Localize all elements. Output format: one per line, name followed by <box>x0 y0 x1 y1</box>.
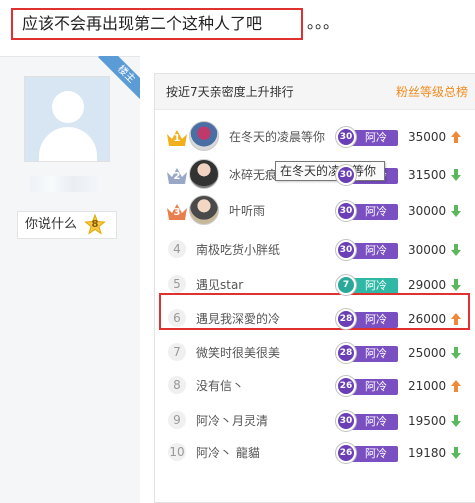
rank-number: 2 <box>173 171 181 182</box>
ranking-row[interactable]: 1 在冬天的凌晨等你 30 阿冷 35000 <box>155 121 475 153</box>
trend-down-icon <box>451 244 461 256</box>
ranking-row[interactable]: 8 没有信丶 26 阿冷 21000 <box>155 370 475 402</box>
avatar-placeholder-head <box>52 91 84 123</box>
fan-level-badge: 26 阿冷 <box>336 443 398 463</box>
fan-club-name: 阿冷 <box>350 130 398 146</box>
fan-avatar[interactable] <box>189 195 219 225</box>
user-level: 8 <box>91 219 99 230</box>
name-tooltip: 在冬天的凌晨等你 <box>275 161 385 181</box>
fan-level-number: 7 <box>336 275 356 295</box>
fan-level-badge: 28 阿冷 <box>336 343 398 363</box>
intimacy-score: 35000 <box>408 130 447 144</box>
fan-club-name: 阿冷 <box>350 346 398 362</box>
trend-down-icon <box>451 279 461 291</box>
trend-down-icon <box>451 169 461 181</box>
trend-up-icon <box>451 380 461 392</box>
fan-ranking-panel: 按近7天亲密度上升排行 粉丝等级总榜 1 在冬天的凌晨等你 30 阿冷 35000 2 冰碎… <box>154 73 475 503</box>
rank-number: 7 <box>168 343 186 361</box>
fan-level-number: 26 <box>336 443 356 463</box>
ranking-title: 按近7天亲密度上升排行 <box>166 85 294 99</box>
fan-level-badge: 30阿冷 <box>336 240 398 260</box>
intimacy-score: 25000 <box>408 346 447 360</box>
rank-number: 3 <box>173 207 181 218</box>
fan-name[interactable]: 没有信丶 <box>196 370 244 402</box>
highlight-box <box>159 293 470 330</box>
intimacy-score: 19500 <box>408 414 447 428</box>
rank-number: 8 <box>168 376 186 394</box>
fan-level-number: 30 <box>336 201 356 221</box>
user-level-box[interactable]: 你说什么 8 <box>17 211 117 239</box>
fan-club-name: 阿冷 <box>350 446 398 462</box>
intimacy-score: 21000 <box>408 379 447 393</box>
fan-level-number: 30 <box>336 127 356 147</box>
rank-number: 5 <box>168 275 186 293</box>
ranking-row[interactable]: 3 叶听雨 30 阿冷 30000 <box>155 195 475 227</box>
username-blurred[interactable] <box>30 176 102 192</box>
fan-level-badge: 30阿冷 <box>336 411 398 431</box>
fan-level-badge: 7 阿冷 <box>336 275 398 295</box>
trend-down-icon <box>451 205 461 217</box>
rank-number: 10 <box>168 443 186 461</box>
fan-level-number: 26 <box>336 376 356 396</box>
ranking-row[interactable]: 4 南极吃货小胖纸 30 阿冷 30000 <box>155 234 475 266</box>
post-title: 应该不会再出现第二个这种人了吧 <box>11 8 303 40</box>
fan-club-name: 阿冷 <box>350 204 398 220</box>
intimacy-score: 31500 <box>408 168 447 182</box>
fan-name[interactable]: 阿冷丶月灵清 <box>196 405 268 437</box>
fan-level-number: 28 <box>336 309 356 329</box>
trend-down-icon <box>451 415 461 427</box>
rank-number: 1 <box>173 133 181 144</box>
fan-avatar[interactable] <box>189 121 219 151</box>
level-star-icon: 8 <box>84 214 106 236</box>
trend-down-icon <box>451 447 461 459</box>
avatar[interactable] <box>24 76 110 162</box>
fan-level-number: 30 <box>336 165 356 185</box>
user-signature: 你说什么 <box>25 217 78 232</box>
fan-level-badge: 30阿冷 <box>336 127 398 147</box>
fan-name[interactable]: 在冬天的凌晨等你 <box>229 121 325 153</box>
intimacy-score: 30000 <box>408 204 447 218</box>
intimacy-score: 19180 <box>408 446 447 460</box>
crown-icon: 1 <box>165 128 189 148</box>
fan-level-badge: 30阿冷 <box>336 201 398 221</box>
fan-avatar[interactable] <box>189 159 219 189</box>
fan-club-name: 阿冷 <box>350 243 398 259</box>
ranking-row[interactable]: 9 阿冷丶月灵清 30 阿冷 19500 <box>155 405 475 437</box>
rank-number: 4 <box>168 240 186 258</box>
crown-icon: 3 <box>165 202 189 222</box>
fan-level-badge: 26 阿冷 <box>336 376 398 396</box>
fan-club-name: 阿冷 <box>350 278 398 294</box>
fan-name[interactable]: 南极吃货小胖纸 <box>196 234 280 266</box>
avatar-placeholder-body <box>39 127 97 161</box>
ranking-header: 按近7天亲密度上升排行 粉丝等级总榜 <box>155 74 475 110</box>
fan-level-number: 28 <box>336 343 356 363</box>
fan-level-total-link[interactable]: 粉丝等级总榜 <box>396 74 468 110</box>
intimacy-score: 30000 <box>408 243 447 257</box>
trend-down-icon <box>451 347 461 359</box>
post-title-tail: 。。。 <box>307 13 340 32</box>
ranking-row[interactable]: 10 阿冷丶 龍貓 26 阿冷 19180 <box>155 437 475 469</box>
fan-club-name: 阿冷 <box>350 414 398 430</box>
fan-club-name: 阿冷 <box>350 379 398 395</box>
fan-name[interactable]: 冰碎无痕 <box>229 159 277 191</box>
fan-name[interactable]: 微笑时很美很美 <box>196 337 280 369</box>
trend-up-icon <box>451 131 461 143</box>
fan-level-number: 30 <box>336 411 356 431</box>
crown-icon: 2 <box>165 166 189 186</box>
fan-name[interactable]: 叶听雨 <box>229 195 265 227</box>
fan-name[interactable]: 阿冷丶 龍貓 <box>196 437 260 469</box>
ranking-row[interactable]: 7 微笑时很美很美 28 阿冷 25000 <box>155 337 475 369</box>
rank-number: 9 <box>168 411 186 429</box>
fan-level-number: 30 <box>336 240 356 260</box>
